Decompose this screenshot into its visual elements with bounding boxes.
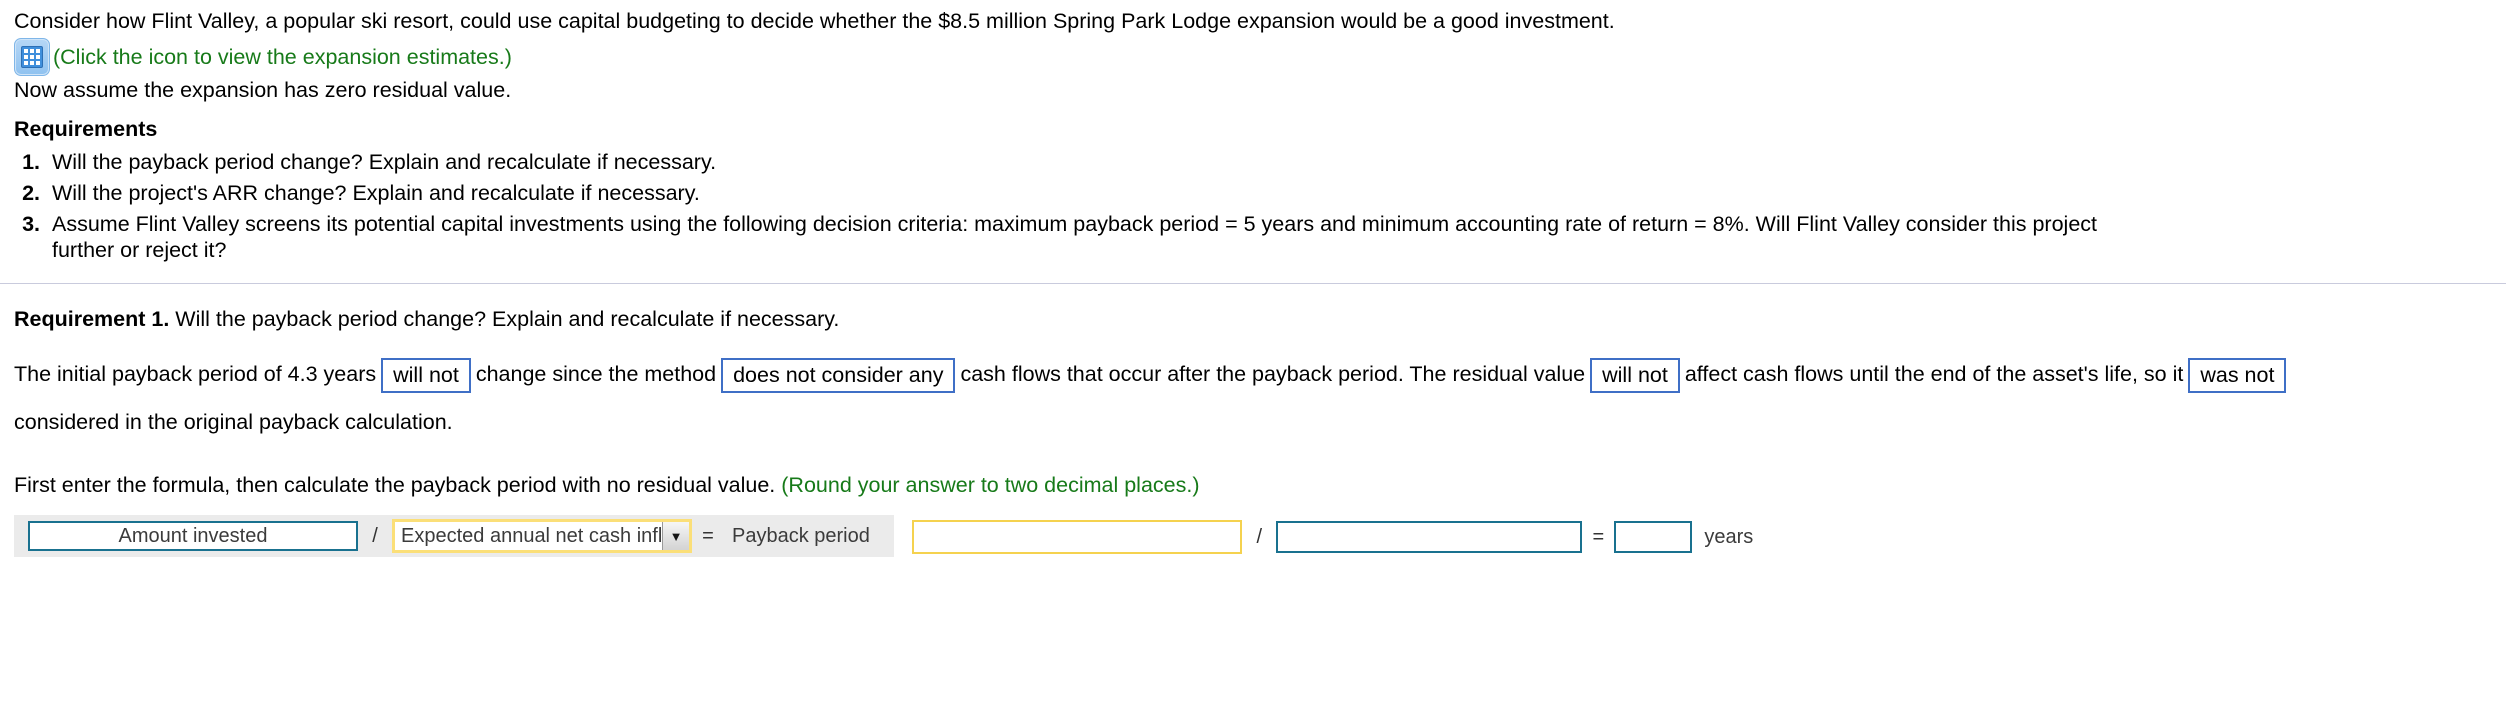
table-grid-icon-glyph	[21, 46, 43, 68]
explanation-segment-3: cash flows that occur after the payback …	[960, 362, 1586, 386]
requirements-list: 1. Will the payback period change? Expla…	[14, 149, 2492, 263]
explanation-paragraph: The initial payback period of 4.3 years w…	[14, 350, 2492, 446]
requirement-item-3: 3. Assume Flint Valley screens its poten…	[14, 211, 2492, 263]
payback-period-result-input[interactable]	[1614, 521, 1693, 553]
annual-net-cash-inflow-value: Expected annual net cash inflow	[401, 524, 662, 547]
question-page: Consider how Flint Valley, a popular ski…	[0, 0, 2506, 724]
formula-divide-symbol-values: /	[1256, 525, 1263, 548]
dropdown-answer-1[interactable]: will not	[381, 357, 471, 393]
formula-equals-symbol-header: =	[702, 524, 714, 547]
table-grid-icon[interactable]	[14, 38, 50, 76]
expansion-estimates-link[interactable]: (Click the icon to view the expansion es…	[53, 44, 512, 71]
requirement-item-2: 2. Will the project's ARR change? Explai…	[14, 180, 2492, 206]
dropdown-answer-3[interactable]: will not	[1590, 357, 1680, 393]
problem-statement-text: Consider how Flint Valley, a popular ski…	[14, 9, 1615, 33]
amount-invested-input[interactable]	[912, 520, 1243, 554]
dropdown-answer-2[interactable]: does not consider any	[721, 357, 956, 393]
payback-formula-grid: Amount invested / Expected annual net ca…	[14, 512, 2492, 559]
requirement-text-3: Assume Flint Valley screens its potentia…	[52, 212, 2097, 262]
explanation-segment-6: considered in the original payback calcu…	[14, 410, 453, 434]
dropdown-answer-4[interactable]: was not	[2188, 357, 2287, 393]
requirement-number-3: 3.	[22, 212, 40, 236]
requirement-text-1: Will the payback period change? Explain …	[52, 150, 717, 174]
annual-net-cash-inflow-input[interactable]	[1276, 521, 1583, 553]
requirement-1-heading: Requirement 1. Will the payback period c…	[14, 306, 2492, 332]
requirement-number-2: 2.	[22, 181, 40, 205]
requirement-number-1: 1.	[22, 150, 40, 174]
formula-instruction: First enter the formula, then calculate …	[14, 472, 2492, 498]
formula-divide-symbol-header: /	[372, 524, 378, 547]
zero-residual-assumption-text: Now assume the expansion has zero residu…	[14, 78, 512, 102]
expansion-estimates-row: (Click the icon to view the expansion es…	[14, 37, 2492, 77]
explanation-segment-4: affect cash flows until the end of the	[1684, 362, 2027, 386]
answer-block: Requirement 1. Will the payback period c…	[0, 284, 2506, 559]
formula-header-row: Amount invested / Expected annual net ca…	[14, 515, 894, 557]
formula-instruction-text: First enter the formula, then calculate …	[14, 473, 776, 497]
formula-equals-symbol-values: =	[1592, 525, 1605, 548]
requirement-1-heading-label: Requirement 1.	[14, 307, 170, 331]
explanation-segment-5: asset's life, so it	[2032, 362, 2184, 386]
explanation-segment-2: change since the method	[475, 362, 717, 386]
formula-values-row: / = years	[898, 515, 1753, 559]
amount-invested-label: Amount invested	[118, 524, 268, 547]
payback-period-unit-label: years	[1704, 525, 1754, 548]
requirement-text-2: Will the project's ARR change? Explain a…	[52, 181, 700, 205]
requirement-1-heading-text: Will the payback period change? Explain …	[169, 307, 840, 331]
rounding-note: (Round your answer to two decimal places…	[781, 473, 1200, 497]
annual-net-cash-inflow-select[interactable]: Expected annual net cash inflow ▼	[392, 519, 692, 553]
amount-invested-select[interactable]: Amount invested	[28, 521, 358, 551]
explanation-segment-1: The initial payback period of 4.3 years	[14, 362, 377, 386]
chevron-down-icon[interactable]: ▼	[662, 522, 689, 550]
problem-statement-block: Consider how Flint Valley, a popular ski…	[0, 0, 2506, 263]
payback-period-label: Payback period	[732, 524, 870, 547]
requirements-heading: Requirements	[14, 117, 158, 141]
requirement-item-1: 1. Will the payback period change? Expla…	[14, 149, 2492, 175]
